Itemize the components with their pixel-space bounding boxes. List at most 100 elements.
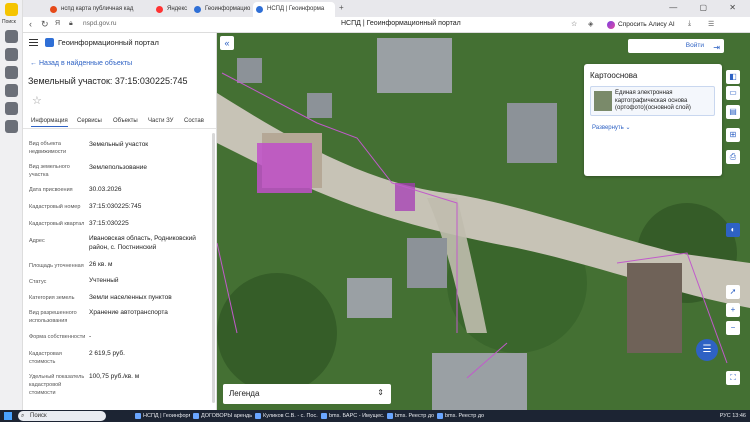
rail-button-3[interactable] xyxy=(5,66,18,79)
basemap-panel: Картооснова Единая электронная картограф… xyxy=(584,64,722,176)
address-bar: ‹ ↻ Я 🔒︎ nspd.gov.ru НСПД | Геоинформаци… xyxy=(23,17,750,33)
system-tray[interactable]: РУС 13:46 xyxy=(720,411,746,421)
prop-value-specific-value: 100,75 руб./кв. м xyxy=(89,373,140,380)
browser-logo-icon[interactable] xyxy=(5,3,18,16)
downloads-icon[interactable]: ⤓ xyxy=(688,20,691,28)
zoom-in-icon[interactable]: + xyxy=(726,303,740,317)
taskbar-item[interactable]: bms. Реестр договор... xyxy=(436,411,484,421)
rail-button-4[interactable] xyxy=(5,84,18,97)
portal-title: Геоинформационный портал xyxy=(58,38,159,47)
collapse-panel-button[interactable]: « xyxy=(220,36,234,50)
back-to-results-link[interactable]: ← Назад в найденные объекты xyxy=(30,60,132,67)
alice-label: Спросить Алису AI xyxy=(618,21,675,28)
prop-label-address: Адрес xyxy=(29,238,45,244)
rail-search-label: Поиск xyxy=(2,19,16,25)
menu-icon[interactable]: ☰ xyxy=(708,20,714,28)
basemap-option[interactable]: Единая электронная картографическая осно… xyxy=(590,86,715,116)
search-icon: ⌕ xyxy=(21,413,25,419)
prop-value-object-type: Земельный участок xyxy=(89,141,149,148)
url-field[interactable]: nspd.gov.ru xyxy=(83,20,116,27)
taskbar-item[interactable]: ДОГОВОРЫ аренды ... xyxy=(192,411,252,421)
taskbar-item[interactable]: bms. Реестр договор... xyxy=(386,411,434,421)
prop-value-address: Ивановская область, Родниковский район, … xyxy=(89,235,196,251)
portal-header: Геоинформационный портал xyxy=(23,33,216,53)
extension-icon[interactable]: ◈ xyxy=(588,20,593,28)
window-controls[interactable]: — ▢ ✕ xyxy=(669,3,746,12)
printer-icon[interactable]: ⎙ xyxy=(726,150,740,164)
legend-button[interactable]: Легенда ⇕ xyxy=(223,384,391,404)
browser-tab[interactable]: нспд карта публичная кад xyxy=(47,2,151,17)
panel-tabs: Информация Сервисы Объекты Части ЗУ Сост… xyxy=(23,115,216,129)
chat-support-button[interactable]: ☰ xyxy=(696,339,718,361)
windows-taskbar: ⌕ Поиск НСПД | Геоинформац... ДОГОВОРЫ а… xyxy=(0,410,750,422)
tab-services[interactable]: Сервисы xyxy=(77,118,102,124)
browser-tab-active[interactable]: НСПД | Геоинформа xyxy=(253,2,335,17)
tab-composition[interactable]: Состав xyxy=(184,118,204,124)
basemap-expand-link[interactable]: Развернуть ⌄ xyxy=(592,124,631,131)
expand-label: Развернуть xyxy=(592,125,624,131)
reload-icon[interactable]: ↻ xyxy=(41,19,49,30)
legend-label: Легенда xyxy=(229,389,260,398)
tab-objects[interactable]: Объекты xyxy=(113,118,138,124)
login-label: Войти xyxy=(685,42,704,49)
rail-button-5[interactable] xyxy=(5,102,18,115)
panel-scrollbar[interactable] xyxy=(212,133,215,403)
bookmark-icon[interactable]: ☆ xyxy=(571,20,577,28)
new-tab-icon[interactable]: + xyxy=(339,3,344,12)
object-title: Земельный участок: 37:15:030225:745 xyxy=(28,76,188,86)
taskbar-item[interactable]: bms. БАРС - Имущес... xyxy=(320,411,384,421)
object-info-panel: Геоинформационный портал ← Назад в найде… xyxy=(23,33,217,410)
basemap-thumbnail xyxy=(594,91,612,111)
tab-title: НСПД | Геоинформа xyxy=(267,6,325,12)
navigate-arrow-icon[interactable]: ➚ xyxy=(726,285,740,299)
taskbar-item[interactable]: Куликов С.В. - с. Пос... xyxy=(254,411,318,421)
tab-favicon xyxy=(156,6,163,13)
zoom-out-icon[interactable]: − xyxy=(726,321,740,335)
prop-value-land-category: Земли населенных пунктов xyxy=(89,294,172,301)
prop-label-specific-value: Удельный показатель кадастровой стоимост… xyxy=(29,374,85,396)
prop-label-permitted-use: Вид разрешенного использования xyxy=(29,310,77,324)
alice-button[interactable]: Спросить Алису AI xyxy=(606,19,678,31)
lock-icon: 🔒︎ xyxy=(69,20,73,27)
prop-value-cadastral-quarter[interactable]: 37:15:030225 xyxy=(89,219,209,228)
rail-button-6[interactable] xyxy=(5,120,18,133)
browser-tab[interactable]: Яндекс xyxy=(153,2,189,17)
hamburger-menu-icon[interactable] xyxy=(29,39,38,46)
prop-label-ownership: Форма собственности xyxy=(29,334,86,340)
document-icon[interactable]: ▤ xyxy=(726,105,740,119)
prop-value-status: Учтенный xyxy=(89,277,119,284)
rail-button-1[interactable] xyxy=(5,30,18,43)
browser-tab[interactable]: Геоинформацио xyxy=(191,2,251,17)
basemap-option-label: Единая электронная картографическая осно… xyxy=(615,90,691,111)
assistant-icon[interactable]: ◐ xyxy=(726,223,740,237)
layers-icon[interactable]: ◧ xyxy=(726,70,740,84)
login-button[interactable]: Войти ⇥ xyxy=(628,39,724,53)
tab-favicon xyxy=(50,6,57,13)
prop-label-status: Статус xyxy=(29,279,47,285)
basemap-title: Картооснова xyxy=(590,71,638,80)
prop-value-cadastral-number[interactable]: 37:15:030225:745 xyxy=(89,202,209,211)
prop-label-land-category: Категория земель xyxy=(29,295,75,301)
portal-logo-icon xyxy=(45,38,54,47)
back-arrow-icon[interactable]: ‹ xyxy=(29,19,32,29)
favorite-star-icon[interactable]: ☆ xyxy=(32,94,42,107)
start-icon[interactable] xyxy=(4,412,12,420)
rail-button-2[interactable] xyxy=(5,48,18,61)
taskbar-search[interactable]: ⌕ Поиск xyxy=(18,411,106,421)
taskbar-item[interactable]: НСПД | Геоинформац... xyxy=(134,411,190,421)
back-link-label: Назад в найденные объекты xyxy=(38,60,133,67)
map-view[interactable]: « Войти ⇥ ◧ ▭ ▤ ⊞ ⎙ ◐ ➚ + − ⛶ Картооснов… xyxy=(217,33,750,410)
prop-value-ownership: - xyxy=(89,333,92,340)
tab-information[interactable]: Информация xyxy=(31,118,68,127)
prop-label-assign-date: Дата присвоения xyxy=(29,187,73,193)
prop-label-land-type: Вид земельного участка xyxy=(29,164,70,178)
prop-label-cadastral-value: Кадастровая стоимость xyxy=(29,351,62,365)
arrow-left-icon: ← xyxy=(30,60,39,67)
tab-land-parts[interactable]: Части ЗУ xyxy=(148,118,173,124)
prop-value-land-type: Землепользование xyxy=(89,164,147,171)
prop-label-area: Площадь уточненная xyxy=(29,263,84,269)
yandex-icon[interactable]: Я xyxy=(55,20,60,27)
ruler-icon[interactable]: ⊞ xyxy=(726,128,740,142)
fullscreen-icon[interactable]: ⛶ xyxy=(726,371,740,385)
print-tool-icon[interactable]: ▭ xyxy=(726,86,740,100)
